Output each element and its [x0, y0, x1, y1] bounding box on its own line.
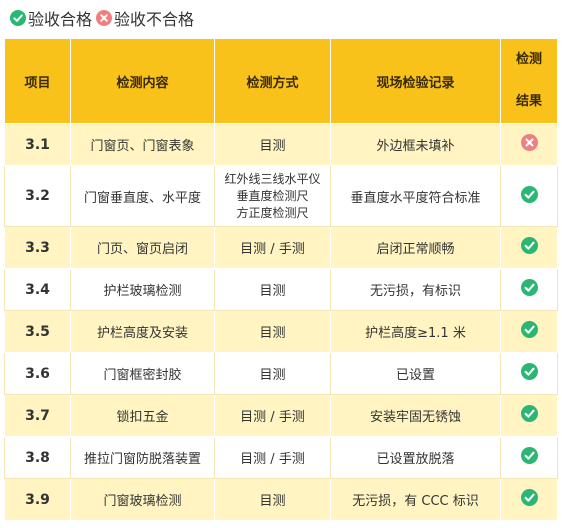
- legend-fail: 验收不合格: [96, 6, 196, 30]
- method-line: 方正度检测尺: [236, 205, 309, 220]
- table-row: 3.9 门窗玻璃检测 目测 无污损，有 CCC 标识: [4, 478, 558, 521]
- row-record: 无污损，有 CCC 标识: [330, 478, 501, 521]
- row-content: 门窗框密封胶: [70, 352, 215, 395]
- row-content: 门窗页、门窗表象: [70, 123, 215, 166]
- row-result: [500, 394, 558, 437]
- row-method: 目测 / 手测: [214, 394, 331, 437]
- row-content: 推拉门窗防脱落装置: [70, 436, 215, 479]
- check-circle-icon: [520, 321, 538, 338]
- row-result: [500, 352, 558, 395]
- row-record: 无污损，有标识: [330, 268, 501, 311]
- check-circle-icon: [520, 185, 538, 203]
- row-method: 目测: [214, 123, 331, 166]
- row-result: [500, 123, 558, 166]
- method-line: 红外线三线水平仪: [224, 171, 321, 186]
- legend-pass-label: 验收合格: [28, 10, 93, 29]
- check-circle-icon: [520, 279, 538, 296]
- row-content: 护栏高度及安装: [70, 310, 215, 353]
- table-row: 3.7 锁扣五金 目测 / 手测 安装牢固无锈蚀: [4, 394, 558, 437]
- row-record: 安装牢固无锈蚀: [330, 394, 501, 437]
- inspection-table: 项目 检测内容 检测方式 现场检验记录 检测 结果 3.1 门窗页、门窗表象 目…: [4, 38, 558, 521]
- row-record: 护栏高度≥1.1 米: [330, 310, 501, 353]
- row-result: [500, 310, 558, 353]
- row-record: 外边框未填补: [330, 123, 501, 166]
- legend-pass: 验收合格: [10, 6, 94, 30]
- x-circle-icon: [96, 10, 113, 26]
- header-result-line2: 结果: [515, 94, 542, 109]
- row-item: 3.4: [4, 268, 71, 311]
- check-circle-icon: [10, 10, 26, 26]
- header-item: 项目: [4, 38, 71, 124]
- row-method: 目测 / 手测: [214, 226, 331, 269]
- header-record: 现场检验记录: [330, 38, 501, 124]
- row-content: 门窗垂直度、水平度: [70, 165, 215, 227]
- row-record: 已设置: [330, 352, 501, 395]
- check-circle-icon: [520, 363, 538, 380]
- row-method: 目测: [214, 352, 331, 395]
- row-method: 目测 / 手测: [214, 436, 331, 479]
- row-item: 3.3: [4, 226, 71, 269]
- table-row: 3.5 护栏高度及安装 目测 护栏高度≥1.1 米: [4, 310, 558, 353]
- row-record: 垂直度水平度符合标准: [330, 165, 501, 227]
- row-item: 3.1: [4, 123, 71, 166]
- table-header-row: 项目 检测内容 检测方式 现场检验记录 检测 结果: [4, 38, 558, 124]
- row-item: 3.8: [4, 436, 71, 479]
- legend: 验收合格 验收不合格: [10, 6, 198, 30]
- table-row: 3.2 门窗垂直度、水平度 红外线三线水平仪 垂直度检测尺 方正度检测尺 垂直度…: [4, 165, 558, 227]
- header-method: 检测方式: [214, 38, 331, 124]
- row-result: [500, 268, 558, 311]
- check-circle-icon: [520, 447, 538, 464]
- table-row: 3.8 推拉门窗防脱落装置 目测 / 手测 已设置放脱落: [4, 436, 558, 479]
- row-record: 已设置放脱落: [330, 436, 501, 479]
- row-item: 3.2: [4, 165, 71, 227]
- row-record: 启闭正常顺畅: [330, 226, 501, 269]
- check-circle-icon: [520, 237, 538, 254]
- row-method: 目测: [214, 268, 331, 311]
- row-item: 3.9: [4, 478, 71, 521]
- row-item: 3.5: [4, 310, 71, 353]
- row-method: 红外线三线水平仪 垂直度检测尺 方正度检测尺: [214, 165, 331, 227]
- row-content: 门页、窗页启闭: [70, 226, 215, 269]
- row-content: 护栏玻璃检测: [70, 268, 215, 311]
- table-row: 3.3 门页、窗页启闭 目测 / 手测 启闭正常顺畅: [4, 226, 558, 269]
- row-method: 目测: [214, 310, 331, 353]
- row-result: [500, 226, 558, 269]
- row-content: 门窗玻璃检测: [70, 478, 215, 521]
- table-row: 3.1 门窗页、门窗表象 目测 外边框未填补: [4, 123, 558, 166]
- check-circle-icon: [520, 405, 538, 422]
- row-result: [500, 478, 558, 521]
- row-result: [500, 436, 558, 479]
- legend-fail-label: 验收不合格: [114, 10, 195, 29]
- header-result: 检测 结果: [500, 38, 558, 124]
- table-row: 3.6 门窗框密封胶 目测 已设置: [4, 352, 558, 395]
- row-item: 3.7: [4, 394, 71, 437]
- header-result-line1: 检测: [515, 52, 542, 67]
- x-circle-icon: [520, 134, 538, 151]
- check-circle-icon: [520, 489, 538, 506]
- row-content: 锁扣五金: [70, 394, 215, 437]
- table-row: 3.4 护栏玻璃检测 目测 无污损，有标识: [4, 268, 558, 311]
- method-line: 垂直度检测尺: [236, 188, 309, 203]
- row-method: 目测: [214, 478, 331, 521]
- row-item: 3.6: [4, 352, 71, 395]
- header-content: 检测内容: [70, 38, 215, 124]
- row-result: [500, 165, 558, 227]
